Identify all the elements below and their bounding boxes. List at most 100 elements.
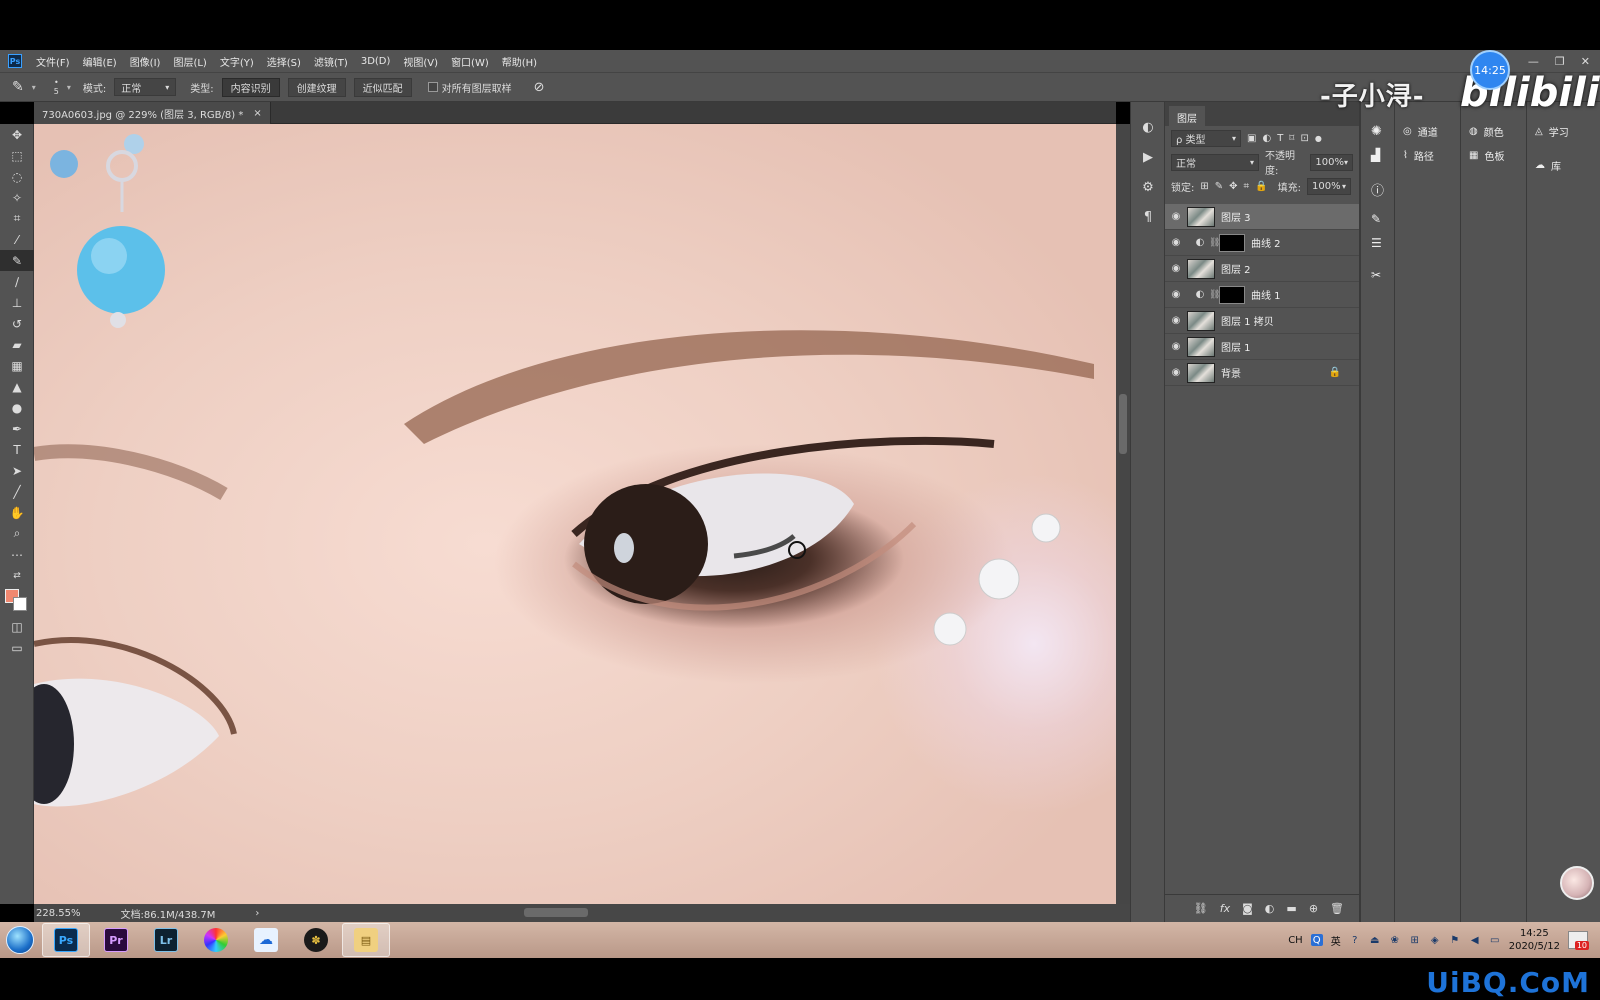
taskbar-photoshop[interactable]: Ps [42, 923, 90, 957]
adjustment-icon[interactable]: ◐ [1265, 902, 1275, 915]
type-proximity-match-button[interactable]: 近似匹配 [353, 77, 412, 97]
healing-brush-tool-icon[interactable]: ✎ [12, 79, 24, 95]
layer-item[interactable]: ◉ 图层 2 [1165, 256, 1359, 282]
document-tab[interactable]: 730A0603.jpg @ 229% (图层 3, RGB/8) * × [34, 102, 271, 124]
quick-mask-icon[interactable]: ◫ [0, 616, 34, 637]
usb-icon[interactable]: ⏏ [1369, 934, 1381, 946]
background-color-swatch[interactable] [13, 597, 27, 611]
taskbar-clock[interactable]: 14:25 2020/5/12 [1509, 927, 1560, 953]
zoom-level[interactable]: 228.55% [36, 908, 81, 919]
close-icon[interactable]: × [253, 108, 261, 119]
tool-presets-icon[interactable]: ✂ [1371, 268, 1381, 282]
trash-icon[interactable]: 🗑 [1330, 902, 1344, 915]
chevron-down-icon[interactable]: ▾ [32, 83, 36, 92]
healing-brush-tool-icon[interactable]: ✎ [0, 250, 34, 271]
folder-icon[interactable]: ▬ [1286, 902, 1296, 915]
menu-image[interactable]: 图像(I) [130, 54, 161, 69]
taskbar-explorer[interactable]: ▤ [342, 923, 390, 957]
paths-panel-button[interactable]: ⌇ 路径 [1403, 148, 1434, 163]
histogram-icon[interactable]: ▟ [1371, 148, 1380, 162]
line-tool-icon[interactable]: ╱ [0, 481, 34, 502]
filter-toggle-icon[interactable]: ● [1315, 134, 1322, 143]
color-panel-button[interactable]: ◍ 颜色 [1469, 124, 1504, 139]
libraries-panel-button[interactable]: ☁ 库 [1535, 158, 1561, 173]
close-button[interactable]: ✕ [1581, 55, 1590, 68]
layer-filter-select[interactable]: ρ 类型 ▾ [1171, 129, 1241, 147]
marquee-tool-icon[interactable]: ⬚ [0, 145, 34, 166]
channels-panel-button[interactable]: ◎ 通道 [1403, 124, 1438, 139]
sun-icon[interactable]: ✺ [1371, 124, 1382, 139]
app-tray-icon[interactable]: ❀ [1389, 934, 1401, 946]
lock-pixels-icon[interactable]: ✎ [1215, 181, 1223, 192]
link-icon[interactable]: ⛓ [1194, 902, 1208, 915]
zoom-tool-icon[interactable]: ⌕ [0, 523, 34, 544]
eye-icon[interactable]: ◉ [1165, 211, 1187, 222]
scrollbar-thumb[interactable] [1119, 394, 1127, 454]
quick-select-tool-icon[interactable]: ✧ [0, 187, 34, 208]
security-icon[interactable]: ◈ [1429, 934, 1441, 946]
adjustments-icon[interactable]: ☰ [1371, 236, 1382, 250]
tray-ime-mode[interactable]: 英 [1331, 933, 1341, 948]
horizontal-scrollbar-thumb[interactable] [524, 908, 588, 917]
help-icon[interactable]: ? [1349, 934, 1361, 946]
gradient-tool-icon[interactable]: ▦ [0, 355, 34, 376]
chain-link-icon[interactable]: ⛓ [1209, 238, 1220, 248]
chain-link-icon[interactable]: ⛓ [1209, 290, 1220, 300]
dodge-tool-icon[interactable]: ● [0, 397, 34, 418]
taskbar-resolve[interactable]: ✽ [292, 923, 340, 957]
eraser-tool-icon[interactable]: ▰ [0, 334, 34, 355]
filter-pixel-icon[interactable]: ▣ [1247, 133, 1256, 144]
eye-icon[interactable]: ◉ [1165, 263, 1187, 274]
fx-icon[interactable]: fx [1220, 902, 1230, 915]
play-icon[interactable]: ▶ [1131, 142, 1165, 172]
crop-tool-icon[interactable]: ⌗ [0, 208, 34, 229]
lasso-tool-icon[interactable]: ◌ [0, 166, 34, 187]
taskbar-cloud-app[interactable]: ☁ [242, 923, 290, 957]
screen-mode-icon[interactable]: ▭ [0, 637, 34, 658]
eye-icon[interactable]: ◉ [1165, 237, 1187, 248]
menu-layer[interactable]: 图层(L) [173, 54, 206, 69]
swap-colors-icon[interactable]: ⇄ [0, 565, 34, 586]
history-brush-tool-icon[interactable]: ↺ [0, 313, 34, 334]
menu-window[interactable]: 窗口(W) [451, 54, 489, 69]
tray-language[interactable]: CH [1288, 935, 1303, 946]
pressure-size-icon[interactable]: ⊘ [534, 80, 545, 95]
more-tools-icon[interactable]: ⋯ [0, 544, 34, 565]
layer-item[interactable]: ◉ 图层 1 [1165, 334, 1359, 360]
layer-item[interactable]: ◉ ◐ ⛓ 曲线 2 [1165, 230, 1359, 256]
lock-artboard-icon[interactable]: ⌗ [1244, 181, 1250, 192]
ime-icon[interactable]: Q [1310, 934, 1323, 946]
brush-size-picker[interactable]: • 5 [54, 78, 59, 96]
network-icon[interactable]: ⊞ [1409, 934, 1421, 946]
type-tool-icon[interactable]: T [0, 439, 34, 460]
learn-panel-button[interactable]: ◬ 学习 [1535, 124, 1569, 139]
opacity-input[interactable]: 100% ▾ [1310, 153, 1353, 171]
vertical-scrollbar[interactable] [1116, 124, 1130, 904]
blend-mode-select[interactable]: 正常 ▾ [1171, 153, 1260, 171]
menu-select[interactable]: 选择(S) [267, 54, 301, 69]
layer-item[interactable]: ◉ 图层 3 [1165, 204, 1359, 230]
start-button[interactable] [0, 922, 40, 958]
menu-file[interactable]: 文件(F) [36, 54, 70, 69]
clone-stamp-tool-icon[interactable]: ⊥ [0, 292, 34, 313]
color-swatches[interactable] [0, 586, 34, 616]
lock-position-icon[interactable]: ✥ [1229, 181, 1237, 192]
path-select-tool-icon[interactable]: ➤ [0, 460, 34, 481]
eye-icon[interactable]: ◉ [1165, 367, 1187, 378]
lock-all-icon[interactable]: 🔒 [1255, 181, 1267, 192]
mask-icon[interactable]: ◙ [1242, 902, 1253, 915]
taskbar-premiere[interactable]: Pr [92, 923, 140, 957]
eyedropper-tool-icon[interactable]: ⁄ [0, 229, 34, 250]
filter-type-icon[interactable]: T [1277, 133, 1283, 144]
type-content-aware-button[interactable]: 内容识别 [221, 77, 280, 97]
chevron-down-icon[interactable]: ▾ [67, 83, 71, 92]
move-tool-icon[interactable]: ✥ [0, 124, 34, 145]
lock-transparent-icon[interactable]: ⊞ [1200, 181, 1208, 192]
document-canvas[interactable] [34, 124, 1116, 904]
notification-button[interactable]: 10 [1568, 931, 1589, 950]
hand-tool-icon[interactable]: ✋ [0, 502, 34, 523]
fill-input[interactable]: 100% ▾ [1307, 177, 1352, 195]
eye-icon[interactable]: ◉ [1165, 315, 1187, 326]
menu-3d[interactable]: 3D(D) [361, 56, 391, 67]
new-layer-icon[interactable]: ⊕ [1309, 902, 1318, 915]
